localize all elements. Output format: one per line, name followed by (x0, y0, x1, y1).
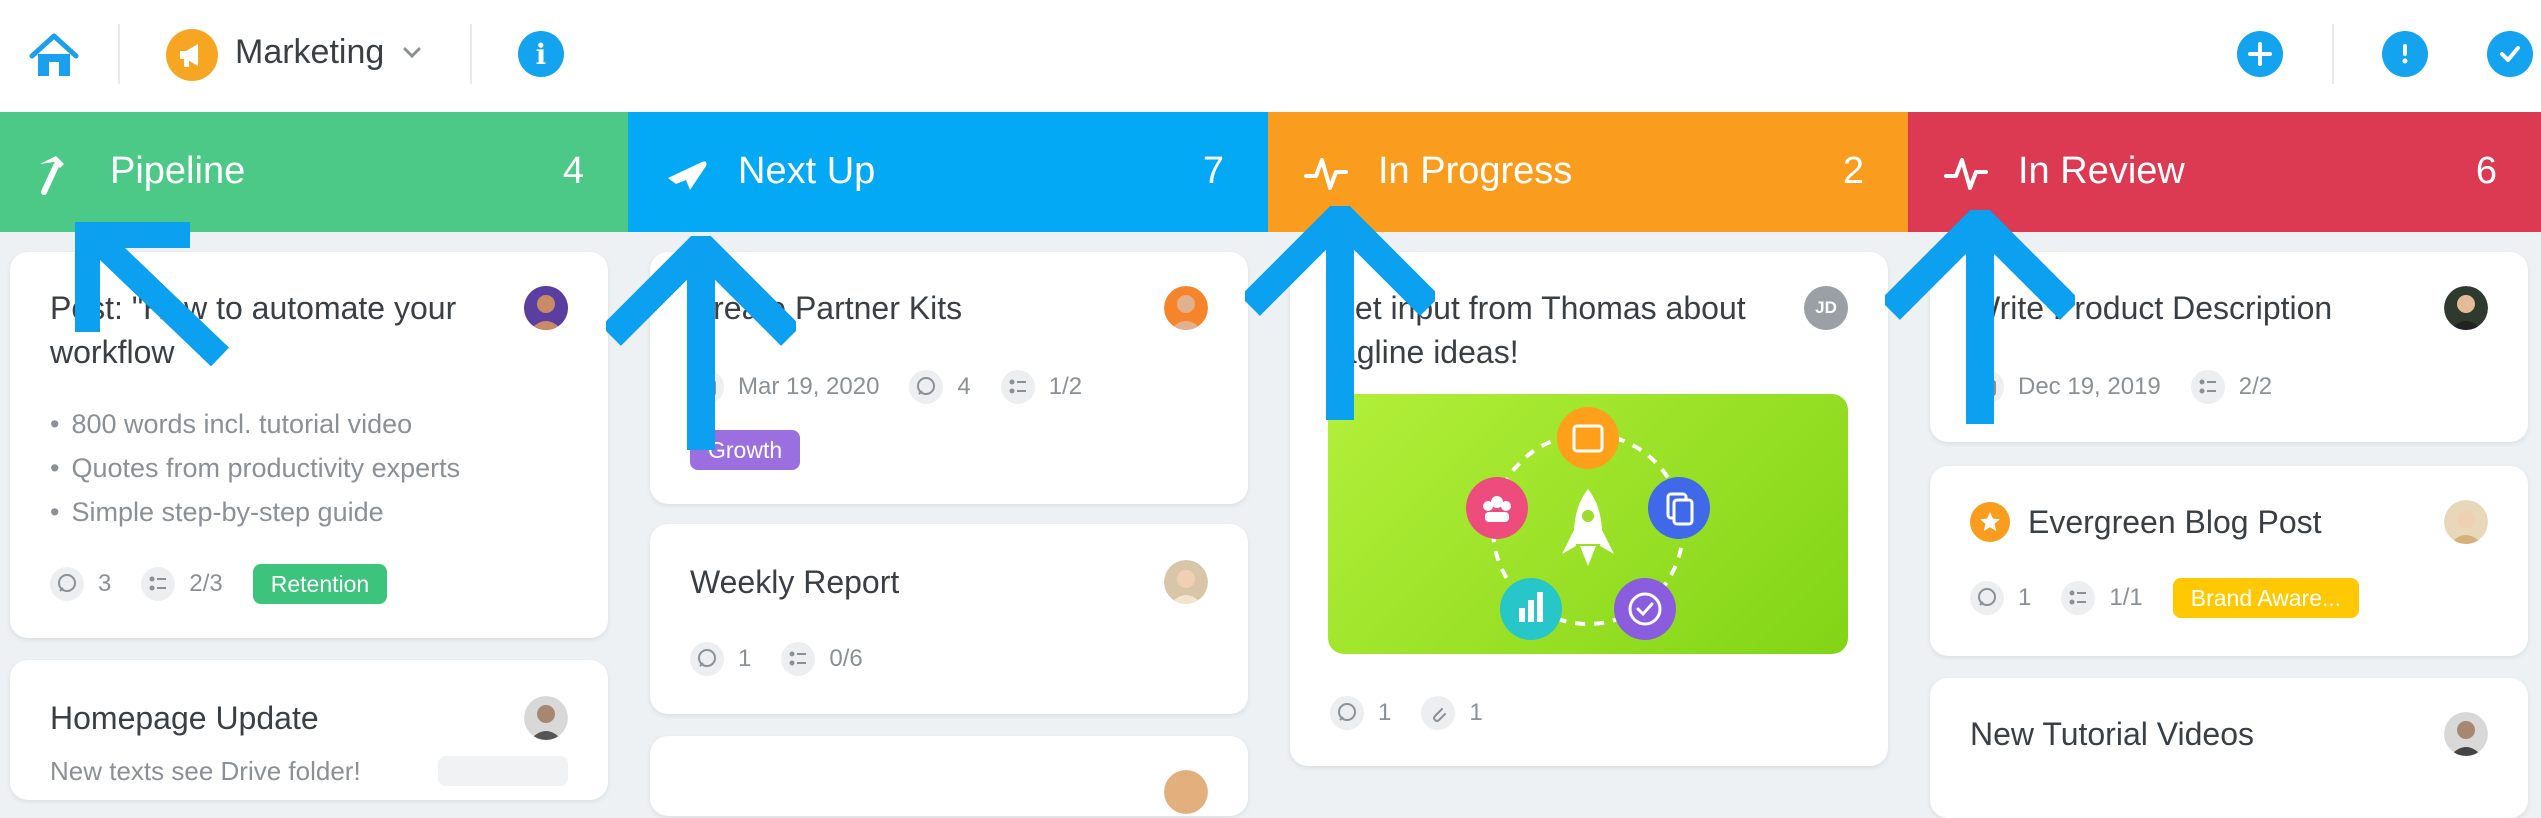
divider (118, 24, 120, 84)
divider (2332, 24, 2334, 84)
task-card[interactable]: Evergreen Blog Post 1 1/1 Brand Aware... (1930, 466, 2528, 656)
card-description-list: 800 words incl. tutorial video Quotes fr… (50, 402, 460, 534)
avatar[interactable] (524, 696, 568, 740)
home-icon[interactable] (28, 30, 80, 82)
megaphone-icon[interactable] (166, 29, 218, 81)
airplane-icon (668, 161, 707, 190)
annotation-arrow (1245, 206, 1435, 420)
top-bar: Marketing i (0, 0, 2541, 112)
workflow-illustration (1466, 407, 1710, 640)
checklist-icon (1000, 370, 1035, 404)
avatar[interactable] (2444, 286, 2488, 330)
column-count: 7 (1202, 150, 1224, 192)
info-icon[interactable]: i (518, 31, 564, 77)
task-card[interactable] (650, 736, 1248, 816)
avatar[interactable] (524, 286, 568, 330)
card-meta: 1 1/1 Brand Aware... (1970, 578, 2360, 618)
activity-icon (1944, 158, 1988, 190)
checklist-count: 1/2 (1048, 373, 1083, 400)
task-card[interactable]: Homepage Update New texts see Drive fold… (10, 660, 608, 800)
avatar[interactable] (2444, 500, 2488, 544)
annotation-arrow (606, 236, 796, 450)
checklist-count: 0/6 (829, 645, 863, 672)
comment-count: 3 (98, 570, 112, 597)
avatar[interactable] (1164, 770, 1208, 814)
checklist-count: 2/3 (189, 570, 223, 597)
checklist-count: 1/1 (2109, 584, 2143, 611)
check-icon[interactable] (2487, 31, 2533, 77)
column-title: In Review (2018, 150, 2185, 192)
column-title: Pipeline (110, 150, 246, 192)
comment-icon (1970, 581, 2004, 615)
list-item: Quotes from productivity experts (50, 446, 460, 490)
column-title: In Progress (1378, 150, 1573, 192)
add-icon[interactable] (2237, 31, 2283, 77)
star-icon[interactable] (1970, 502, 2010, 542)
paperclip-icon (1421, 696, 1456, 730)
chevron-down-icon[interactable] (400, 40, 424, 64)
comment-count: 1 (738, 645, 752, 672)
comment-count: 1 (2018, 584, 2032, 611)
divider (470, 24, 472, 84)
avatar[interactable] (1164, 560, 1208, 604)
checklist-icon (781, 642, 816, 676)
stopwatch-icon[interactable] (2382, 31, 2428, 77)
avatar[interactable] (2444, 712, 2488, 756)
comment-icon (1330, 696, 1364, 730)
card-cover-image (1328, 394, 1848, 654)
annotation-arrow (1885, 210, 2075, 424)
comment-count: 4 (957, 373, 971, 400)
checklist-icon (2061, 581, 2096, 615)
column-count: 2 (1842, 150, 1864, 192)
list-item: Simple step-by-step guide (50, 490, 460, 534)
hammer-icon (40, 156, 64, 195)
tag-badge[interactable]: Retention (252, 564, 388, 604)
attachment-count: 1 (1469, 699, 1483, 726)
avatar[interactable] (1164, 286, 1208, 330)
checklist-count: 2/2 (2238, 373, 2273, 400)
checklist-icon (141, 567, 176, 601)
card-title: Evergreen Blog Post (2028, 504, 2322, 540)
column-title: Next Up (738, 150, 876, 192)
card-meta: 1 1 (1330, 696, 1513, 730)
card-meta: 1 0/6 (690, 642, 893, 676)
comment-count: 1 (1378, 699, 1392, 726)
annotation-arrow (75, 222, 229, 367)
checklist-icon (2190, 370, 2225, 404)
task-card[interactable]: New Tutorial Videos (1930, 678, 2528, 818)
tag-badge[interactable] (438, 756, 568, 786)
card-title: Homepage Update (50, 700, 319, 736)
task-card[interactable]: Weekly Report 1 0/6 (650, 524, 1248, 714)
list-item: 800 words incl. tutorial video (50, 402, 460, 446)
comment-icon (909, 370, 944, 404)
workspace-selector[interactable]: Marketing (235, 33, 384, 72)
card-title: Weekly Report (690, 564, 900, 600)
card-subtitle: New texts see Drive folder! (50, 756, 361, 786)
comment-icon (690, 642, 724, 676)
card-meta: 3 2/3 Retention (50, 564, 388, 604)
column-count: 6 (2475, 150, 2497, 192)
activity-icon (1304, 158, 1348, 190)
tag-badge[interactable]: Brand Aware... (2172, 578, 2360, 618)
column-count: 4 (562, 150, 584, 192)
comment-icon (50, 567, 84, 601)
card-title: New Tutorial Videos (1970, 716, 2254, 752)
avatar[interactable]: JD (1804, 286, 1848, 330)
column-header-next-up[interactable]: Next Up 7 (628, 112, 1268, 232)
